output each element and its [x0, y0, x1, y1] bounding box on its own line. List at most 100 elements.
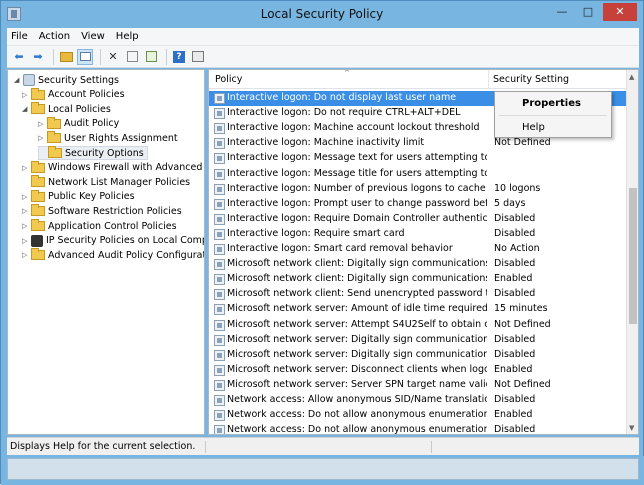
menu-view[interactable]: View — [81, 31, 105, 42]
collapsed-arrow-icon[interactable]: ▷ — [22, 193, 31, 201]
policy-setting: Not Defined — [494, 378, 551, 390]
collapsed-arrow-icon[interactable]: ▷ — [22, 251, 31, 259]
menu-help[interactable]: Help — [116, 31, 139, 42]
tree-item[interactable]: ▷ Application Control Policies — [22, 219, 177, 233]
back-arrow-icon[interactable]: ⬅ — [11, 49, 27, 65]
policy-row[interactable]: Interactive logon: Smart card removal be… — [209, 242, 626, 257]
tree-item[interactable]: ▷ Advanced Audit Policy Configuration — [22, 248, 205, 262]
toolbar-separator — [100, 48, 101, 65]
console-icon[interactable] — [190, 49, 206, 65]
tree-item[interactable]: ▷ Software Restriction Policies — [22, 204, 182, 218]
policy-name: Microsoft network client: Digitally sign… — [227, 273, 487, 285]
policy-name: Microsoft network server: Disconnect cli… — [227, 363, 487, 375]
tree-item[interactable]: Network List Manager Policies — [22, 175, 190, 189]
title-bar[interactable]: Local Security Policy — □ ✕ — [1, 1, 643, 28]
policy-row[interactable]: Interactive logon: Message text for user… — [209, 151, 626, 166]
status-divider — [431, 441, 432, 453]
policy-row[interactable]: Microsoft network server: Digitally sign… — [209, 348, 626, 363]
policy-row[interactable]: Interactive logon: Require smart card Dis… — [209, 227, 626, 242]
collapsed-arrow-icon[interactable]: ▷ — [22, 91, 31, 99]
policy-row[interactable]: Interactive logon: Machine inactivity li… — [209, 136, 626, 151]
policy-row[interactable]: Network access: Do not allow anonymous e… — [209, 423, 626, 435]
show-hide-tree-icon[interactable] — [77, 48, 93, 65]
policy-icon — [214, 410, 225, 422]
menu-action[interactable]: Action — [39, 31, 70, 42]
collapsed-arrow-icon[interactable]: ▷ — [38, 134, 47, 142]
help-icon[interactable]: ? — [171, 49, 187, 65]
policy-row[interactable]: Network access: Do not allow anonymous e… — [209, 408, 626, 423]
scroll-thumb[interactable] — [629, 188, 637, 324]
context-menu-help[interactable]: Help — [522, 122, 545, 133]
tree-item[interactable]: ◢ Security Settings — [14, 73, 119, 87]
policy-icon — [214, 289, 225, 301]
policy-name: Microsoft network server: Attempt S4U2Se… — [227, 318, 487, 330]
export-list-icon[interactable] — [143, 49, 159, 65]
tree-item[interactable]: ▷ Audit Policy — [38, 116, 119, 131]
tree-item[interactable]: ▷ IP Security Policies on Local Compute — [22, 234, 204, 248]
column-header-policy[interactable]: Policy — [215, 74, 242, 85]
context-menu-properties[interactable]: Properties — [522, 98, 581, 109]
policy-row[interactable]: Microsoft network client: Send unencrypt… — [209, 287, 626, 302]
policy-row[interactable]: Microsoft network client: Digitally sign… — [209, 272, 626, 287]
policy-setting: Disabled — [494, 424, 536, 435]
policy-setting: Enabled — [494, 273, 533, 285]
tree-item-label: Security Settings — [38, 74, 119, 86]
scroll-up-icon[interactable]: ▲ — [629, 73, 634, 81]
policy-row[interactable]: Microsoft network server: Server SPN tar… — [209, 378, 626, 393]
tree-item-label: Security Options — [65, 147, 144, 159]
policy-row[interactable]: Interactive logon: Message title for use… — [209, 167, 626, 182]
collapsed-arrow-icon[interactable]: ▷ — [22, 222, 31, 230]
folder-icon — [48, 146, 62, 158]
expanded-arrow-icon[interactable]: ◢ — [22, 105, 31, 113]
policy-setting: 15 minutes — [494, 303, 548, 315]
policy-icon — [214, 93, 225, 104]
policy-name: Interactive logon: Do not display last u… — [227, 92, 457, 103]
tree-item[interactable]: ▷ User Rights Assignment — [38, 131, 178, 145]
maximize-button[interactable]: □ — [575, 3, 601, 21]
policy-row[interactable]: Network access: Allow anonymous SID/Name… — [209, 393, 626, 408]
policy-row[interactable]: Microsoft network server: Digitally sign… — [209, 333, 626, 348]
tree-item[interactable]: Security Options — [38, 146, 148, 160]
folder-icon — [31, 102, 45, 115]
vertical-scrollbar[interactable]: ▲ ▼ — [626, 70, 638, 434]
policy-name: Interactive logon: Machine inactivity li… — [227, 137, 425, 149]
forward-arrow-icon[interactable]: ➡ — [30, 49, 46, 65]
collapsed-arrow-icon[interactable]: ▷ — [22, 207, 31, 215]
expanded-arrow-icon[interactable]: ◢ — [14, 76, 23, 84]
close-button[interactable]: ✕ — [603, 3, 637, 21]
collapsed-arrow-icon[interactable]: ▷ — [38, 120, 47, 128]
folder-icon — [31, 175, 45, 188]
menu-file[interactable]: File — [11, 31, 28, 42]
tree-item[interactable]: ◢ Local Policies — [22, 102, 111, 116]
policy-row[interactable]: Microsoft network server: Attempt S4U2Se… — [209, 318, 626, 333]
policy-row[interactable]: Interactive logon: Require Domain Contro… — [209, 212, 626, 227]
policy-row[interactable]: Microsoft network server: Disconnect cli… — [209, 363, 626, 378]
tree-item-label: Local Policies — [48, 103, 111, 115]
policy-row[interactable]: Interactive logon: Number of previous lo… — [209, 182, 626, 197]
policy-icon — [214, 364, 225, 376]
minimize-button[interactable]: — — [549, 3, 575, 21]
properties-icon[interactable] — [124, 49, 140, 65]
tree-item-label: Advanced Audit Policy Configuration — [48, 249, 205, 261]
column-header-security-setting[interactable]: Security Setting — [493, 74, 569, 85]
policy-row[interactable]: Microsoft network server: Amount of idle… — [209, 302, 626, 317]
policy-icon — [214, 123, 225, 135]
tree-item[interactable]: ▷ Public Key Policies — [22, 189, 135, 204]
policy-name: Interactive logon: Require Domain Contro… — [227, 212, 487, 224]
tree-item-label: Network List Manager Policies — [48, 176, 191, 188]
folder-icon — [31, 87, 45, 100]
tree-item[interactable]: ▷ Windows Firewall with Advanced Secu — [22, 160, 204, 175]
collapsed-arrow-icon[interactable]: ▷ — [22, 164, 31, 172]
up-folder-icon[interactable] — [58, 49, 74, 65]
tree-item[interactable]: ▷ Account Policies — [22, 87, 125, 102]
tree-item-label: Software Restriction Policies — [48, 205, 182, 217]
policy-row[interactable]: Microsoft network client: Digitally sign… — [209, 257, 626, 272]
policy-row[interactable]: Interactive logon: Prompt user to change… — [209, 197, 626, 212]
policy-name: Network access: Do not allow anonymous e… — [227, 424, 487, 435]
collapsed-arrow-icon[interactable]: ▷ — [22, 237, 31, 245]
policy-icon — [214, 213, 225, 225]
column-divider[interactable] — [488, 70, 489, 89]
policy-icon — [214, 395, 225, 406]
delete-icon[interactable]: ✕ — [105, 49, 121, 65]
scroll-down-icon[interactable]: ▼ — [629, 424, 634, 432]
